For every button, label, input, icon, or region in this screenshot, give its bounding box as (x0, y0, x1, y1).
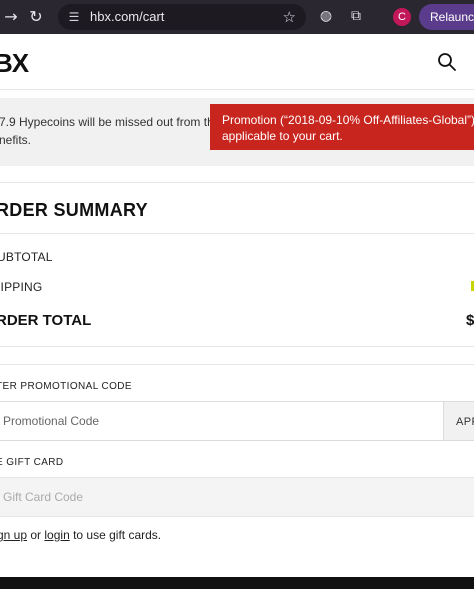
divider (0, 364, 474, 365)
order-summary-title: RDER SUMMARY (0, 200, 148, 220)
subtotal-label: UBTOTAL (0, 250, 53, 264)
promotion-error-line-1: Promotion (“2018-09-10% Off-Affiliates-G… (222, 113, 474, 127)
promo-code-input[interactable] (0, 401, 444, 441)
order-total-label: RDER TOTAL (0, 312, 92, 329)
hypecoins-notice-line-2: nefits. (0, 133, 32, 147)
globe-icon[interactable]: ◍ (318, 8, 334, 24)
hypecoins-notice-line-1: 7.9 Hypecoins will be missed out from th… (0, 115, 232, 129)
login-link[interactable]: login (44, 528, 69, 542)
promo-code-label: TER PROMOTIONAL CODE (0, 381, 132, 392)
apply-promo-button[interactable]: APPLY (444, 401, 474, 441)
promotion-error-line-2: applicable to your cart. (222, 129, 343, 143)
divider (0, 346, 474, 347)
address-url[interactable]: hbx.com/cart (90, 9, 164, 25)
shipping-label: IIPPING (0, 280, 43, 294)
address-bar[interactable]: ☰ hbx.com/cart ☆ (58, 4, 306, 30)
site-info-icon[interactable]: ☰ (66, 9, 82, 25)
divider (0, 233, 474, 234)
browser-toolbar: → ↻ ☰ hbx.com/cart ☆ ◍ ⧉ C Relaunch (0, 0, 474, 34)
order-total-value: $ (466, 312, 474, 329)
bottom-bar (0, 577, 474, 589)
forward-icon[interactable]: → (2, 8, 20, 26)
gift-card-input[interactable] (0, 477, 474, 517)
extensions-icon[interactable]: ⧉ (348, 8, 364, 24)
gift-card-or-text: or (30, 528, 42, 542)
profile-avatar[interactable]: C (393, 8, 411, 26)
gift-card-note: gn up or login to use gift cards. (0, 528, 161, 542)
site-logo[interactable]: BX (0, 49, 29, 77)
relaunch-button[interactable]: Relaunch (419, 4, 474, 30)
gift-card-note-suffix: to use gift cards. (73, 528, 162, 542)
divider (0, 182, 474, 183)
promotion-error-toast: Promotion (“2018-09-10% Off-Affiliates-G… (210, 104, 474, 150)
search-icon[interactable] (437, 52, 457, 72)
reload-icon[interactable]: ↻ (27, 8, 45, 26)
site-header: BX (0, 34, 474, 90)
bookmark-star-icon[interactable]: ☆ (283, 8, 296, 26)
sign-up-link[interactable]: gn up (0, 528, 27, 542)
gift-card-label: E GIFT CARD (0, 457, 64, 468)
